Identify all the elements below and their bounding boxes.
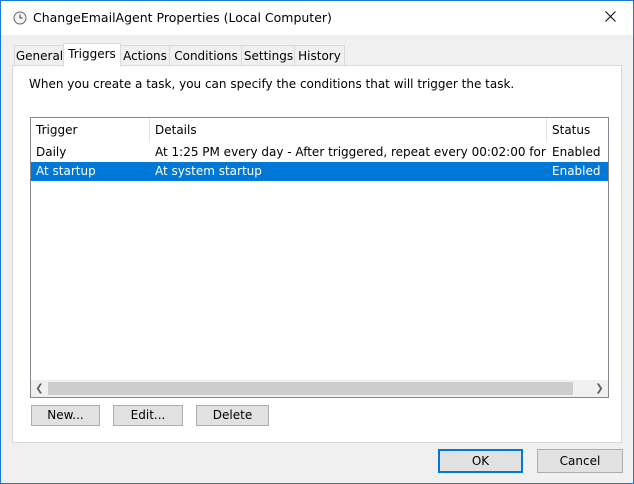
properties-dialog: ChangeEmailAgent Properties (Local Compu… xyxy=(0,0,634,484)
edit-trigger-button[interactable]: Edit... xyxy=(113,405,183,426)
delete-trigger-button[interactable]: Delete xyxy=(196,405,269,426)
table-row-daily[interactable]: Daily At 1:25 PM every day - After trigg… xyxy=(31,143,608,162)
cell-details: At 1:25 PM every day - After triggered, … xyxy=(155,145,547,159)
cell-trigger: Daily xyxy=(36,145,67,159)
horizontal-scrollbar[interactable]: ❮ ❯ xyxy=(31,380,608,397)
column-header-details[interactable]: Details xyxy=(150,118,547,142)
tab-actions[interactable]: Actions xyxy=(119,45,171,66)
dialog-footer: OK Cancel xyxy=(1,445,633,483)
tab-control: General Triggers Actions Conditions Sett… xyxy=(1,35,633,445)
triggers-description: When you create a task, you can specify … xyxy=(29,77,515,91)
cell-status: Enabled xyxy=(552,164,601,178)
column-header-status[interactable]: Status xyxy=(547,118,608,142)
ok-button[interactable]: OK xyxy=(438,449,523,473)
scrollbar-thumb[interactable] xyxy=(48,382,573,395)
clock-icon xyxy=(13,11,27,25)
close-icon xyxy=(604,11,616,25)
tab-triggers[interactable]: Triggers xyxy=(63,43,121,67)
new-trigger-button[interactable]: New... xyxy=(31,405,100,426)
triggers-list[interactable]: Trigger Details Status Daily At 1:25 PM … xyxy=(30,117,609,398)
scroll-left-icon[interactable]: ❮ xyxy=(31,380,48,397)
tab-settings[interactable]: Settings xyxy=(241,45,296,66)
tab-history[interactable]: History xyxy=(294,45,345,66)
tab-general[interactable]: General xyxy=(14,45,65,66)
tab-conditions[interactable]: Conditions xyxy=(169,45,243,66)
cell-details: At system startup xyxy=(155,164,262,178)
cell-status: Enabled xyxy=(552,145,601,159)
triggers-panel: When you create a task, you can specify … xyxy=(12,65,622,443)
list-header: Trigger Details Status xyxy=(31,118,608,142)
cancel-button[interactable]: Cancel xyxy=(537,449,623,473)
title-bar[interactable]: ChangeEmailAgent Properties (Local Compu… xyxy=(1,1,633,35)
column-header-trigger[interactable]: Trigger xyxy=(31,118,150,142)
close-button[interactable] xyxy=(587,1,633,35)
window-title: ChangeEmailAgent Properties (Local Compu… xyxy=(33,10,332,25)
cell-trigger: At startup xyxy=(36,164,96,178)
scroll-right-icon[interactable]: ❯ xyxy=(591,380,608,397)
table-row-startup[interactable]: At startup At system startup Enabled xyxy=(31,162,608,181)
